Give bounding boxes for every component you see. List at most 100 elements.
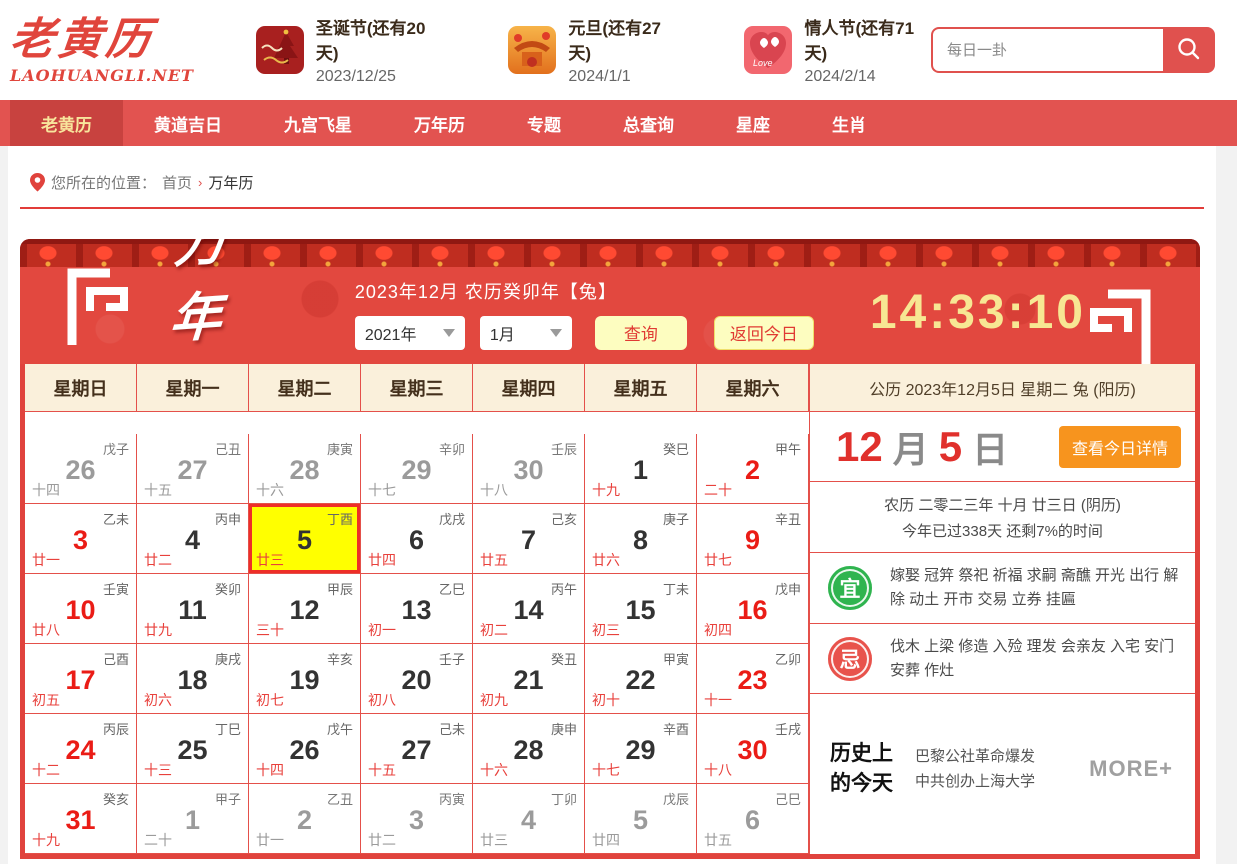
day-cell[interactable]: 己未27十五 — [361, 714, 473, 784]
day-cell[interactable]: 己酉17初五 — [25, 644, 137, 714]
lunar-day-label: 廿九 — [144, 620, 172, 640]
query-button[interactable]: 查询 — [595, 316, 687, 350]
lunar-day-label: 初八 — [368, 690, 396, 710]
search-input[interactable] — [931, 27, 1163, 73]
nav-item-3[interactable]: 九宫飞星 — [253, 100, 383, 146]
day-cell[interactable]: 癸丑21初九 — [473, 644, 585, 714]
day-cell[interactable]: 壬寅10廿八 — [25, 574, 137, 644]
month-select[interactable]: 1月 — [480, 316, 572, 350]
day-cell[interactable]: 辛酉29十七 — [585, 714, 697, 784]
day-cell[interactable]: 庚戌18初六 — [137, 644, 249, 714]
nav-item-4[interactable]: 万年历 — [383, 100, 496, 146]
day-cell-today[interactable]: 丁酉5廿三 — [249, 504, 361, 574]
day-cell[interactable]: 丁未15初三 — [585, 574, 697, 644]
site-logo[interactable]: 老黄历 LAOHUANGLI.NET — [10, 16, 220, 85]
day-cell[interactable]: 丙寅3廿二 — [361, 784, 473, 854]
festival-item[interactable]: Love情人节(还有71天)2024/2/14 — [744, 14, 931, 86]
day-cell[interactable]: 庚申28十六 — [473, 714, 585, 784]
day-cell[interactable]: 戊戌6廿四 — [361, 504, 473, 574]
day-cell[interactable]: 甲辰12三十 — [249, 574, 361, 644]
lunar-day-label: 十八 — [704, 760, 732, 780]
day-cell[interactable]: 丙申4廿二 — [137, 504, 249, 574]
day-cell[interactable]: 乙丑2廿一 — [249, 784, 361, 854]
history-event[interactable]: 巴黎公社革命爆发 — [915, 744, 1089, 769]
lunar-day-label: 十六 — [480, 760, 508, 780]
day-cell[interactable]: 丁巳25十三 — [137, 714, 249, 784]
day-cell[interactable]: 乙卯23十一 — [697, 644, 809, 714]
day-cell[interactable]: 癸巳1十九 — [585, 434, 697, 504]
festival-date: 2024/2/14 — [804, 68, 931, 86]
history-event[interactable]: 中共创办上海大学 — [915, 769, 1089, 794]
valentine-icon: Love — [744, 26, 792, 74]
chevron-down-icon — [443, 329, 455, 337]
day-cell[interactable]: 壬辰30十八 — [473, 434, 585, 504]
lunar-info: 农历 二零二三年 十月 廿三日 (阴历) 今年已过338天 还剩7%的时间 — [810, 482, 1195, 553]
lunar-day-label: 十五 — [144, 480, 172, 500]
nav-item-8[interactable]: 生肖 — [801, 100, 897, 146]
day-cell[interactable]: 庚子8廿六 — [585, 504, 697, 574]
breadcrumb-current[interactable]: 万年历 — [208, 172, 253, 193]
festival-item[interactable]: 圣诞节(还有20天)2023/12/25 — [256, 14, 443, 86]
nav-item-5[interactable]: 专题 — [496, 100, 592, 146]
nav-item-6[interactable]: 总查询 — [592, 100, 705, 146]
search-button[interactable] — [1163, 27, 1215, 73]
weekday-header: 星期四 — [473, 364, 585, 412]
lunar-day-label: 初四 — [704, 620, 732, 640]
nav-item-7[interactable]: 星座 — [705, 100, 801, 146]
search-icon — [1176, 36, 1202, 65]
history-more-link[interactable]: MORE+ — [1089, 756, 1173, 782]
breadcrumb-home[interactable]: 首页 — [162, 172, 192, 193]
day-cell[interactable]: 壬戌30十八 — [697, 714, 809, 784]
month-select-value: 1月 — [490, 321, 515, 345]
history-title: 历史上 的今天 — [830, 739, 893, 799]
day-cell[interactable]: 甲子1二十 — [137, 784, 249, 854]
day-cell[interactable]: 戊申16初四 — [697, 574, 809, 644]
day-cell[interactable]: 丁卯4廿三 — [473, 784, 585, 854]
weekday-header: 星期日 — [25, 364, 137, 412]
day-cell[interactable]: 辛丑9廿七 — [697, 504, 809, 574]
day-cell[interactable]: 庚寅28十六 — [249, 434, 361, 504]
lunar-day-label: 三十 — [256, 620, 284, 640]
day-cell[interactable]: 己丑27十五 — [137, 434, 249, 504]
big-day-unit: 日 — [972, 421, 1008, 473]
history-section: 历史上 的今天 巴黎公社革命爆发中共创办上海大学 MORE+ — [810, 694, 1195, 854]
calendar-panel: 万年历 2023年12月 农历癸卯年【兔】 2021年 1月 查询 返回 — [20, 239, 1200, 859]
lunar-date-line: 农历 二零二三年 十月 廿三日 (阴历) — [884, 494, 1121, 515]
day-cell[interactable]: 戊午26十四 — [249, 714, 361, 784]
day-cell[interactable]: 己亥7廿五 — [473, 504, 585, 574]
today-detail-button[interactable]: 查看今日详情 — [1059, 426, 1181, 468]
festival-item[interactable]: 元旦(还有27天)2024/1/1 — [508, 14, 678, 86]
year-select[interactable]: 2021年 — [355, 316, 465, 350]
day-cell[interactable]: 辛卯29十七 — [361, 434, 473, 504]
back-to-today-button[interactable]: 返回今日 — [714, 316, 814, 350]
day-cell[interactable]: 壬子20初八 — [361, 644, 473, 714]
lunar-day-label: 廿八 — [32, 620, 60, 640]
weekday-header: 星期一 — [137, 364, 249, 412]
big-month-unit: 月 — [893, 421, 929, 473]
day-cell[interactable]: 己巳6廿五 — [697, 784, 809, 854]
logo-text: 老黄历 — [7, 16, 222, 64]
day-cell[interactable]: 甲寅22初十 — [585, 644, 697, 714]
day-cell[interactable]: 戊辰5廿四 — [585, 784, 697, 854]
history-events: 巴黎公社革命爆发中共创办上海大学 — [915, 744, 1089, 794]
nav-item-2[interactable]: 黄道吉日 — [123, 100, 253, 146]
day-cell[interactable]: 辛亥19初七 — [249, 644, 361, 714]
day-cell[interactable]: 乙巳13初一 — [361, 574, 473, 644]
lunar-day-label: 二十 — [704, 480, 732, 500]
lunar-day-label: 十一 — [704, 690, 732, 710]
inauspicious-section: 忌 伐木 上梁 修造 入殓 理发 会亲友 入宅 安门 安葬 作灶 — [810, 624, 1195, 694]
day-cell[interactable]: 癸卯11廿九 — [137, 574, 249, 644]
day-cell[interactable]: 戊子26十四 — [25, 434, 137, 504]
day-cell[interactable]: 丙午14初二 — [473, 574, 585, 644]
lunar-day-label: 十九 — [32, 830, 60, 850]
day-cell[interactable]: 甲午2二十 — [697, 434, 809, 504]
nav-item-1[interactable]: 老黄历 — [10, 100, 123, 146]
lunar-day-label: 十九 — [592, 480, 620, 500]
day-cell[interactable]: 丙辰24十二 — [25, 714, 137, 784]
day-cell[interactable]: 癸亥31十九 — [25, 784, 137, 854]
lunar-day-label: 十三 — [144, 760, 172, 780]
lunar-day-label: 十八 — [480, 480, 508, 500]
christmas-icon — [256, 26, 304, 74]
lunar-day-label: 十二 — [32, 760, 60, 780]
day-cell[interactable]: 乙未3廿一 — [25, 504, 137, 574]
